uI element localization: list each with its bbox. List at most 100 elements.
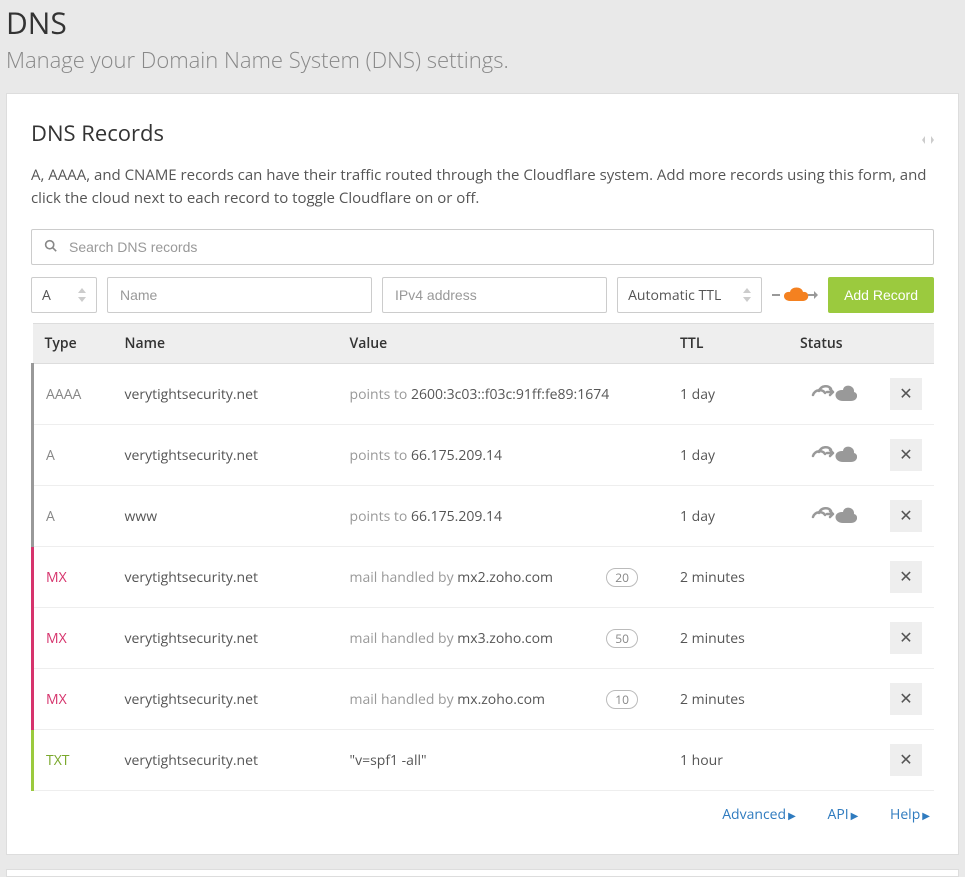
record-value-cell[interactable]: mail handled by mx2.zoho.com 20 <box>338 547 669 608</box>
record-type: A <box>46 507 55 526</box>
record-value-cell[interactable]: mail handled by mx.zoho.com10 <box>338 669 669 730</box>
record-name[interactable]: verytightsecurity.net <box>113 364 338 425</box>
table-row[interactable]: AAAAverytightsecurity.netpoints to 2600:… <box>33 364 935 425</box>
priority-badge: 50 <box>606 629 638 648</box>
record-type-value: A <box>42 286 51 305</box>
ttl-value: Automatic TTL <box>628 286 721 305</box>
record-value-input-wrapper[interactable] <box>382 277 607 313</box>
search-input[interactable] <box>67 238 921 256</box>
record-value-prefix: mail handled by <box>350 629 458 648</box>
dns-records-table: Type Name Value TTL Status AAAAverytight… <box>31 323 934 791</box>
table-row[interactable]: MXverytightsecurity.netmail handled by m… <box>33 608 935 669</box>
delete-record-button[interactable]: ✕ <box>890 378 922 410</box>
record-ttl[interactable]: 1 day <box>668 364 788 425</box>
table-row[interactable]: Averytightsecurity.netpoints to 66.175.2… <box>33 425 935 486</box>
record-ttl[interactable]: 1 day <box>668 486 788 547</box>
page-title: DNS <box>6 0 959 43</box>
chevron-sort-icon <box>743 288 751 302</box>
col-header-type: Type <box>33 324 113 364</box>
close-icon: ✕ <box>899 445 912 465</box>
next-panel-top <box>6 869 959 877</box>
record-ttl[interactable]: 2 minutes <box>668 608 788 669</box>
cloud-proxy-toggle[interactable] <box>772 283 818 307</box>
cloud-off-icon[interactable] <box>809 513 857 532</box>
record-status <box>788 730 878 791</box>
table-row[interactable]: Awwwpoints to 66.175.209.141 day✕ <box>33 486 935 547</box>
record-status[interactable] <box>788 425 878 486</box>
record-value-cell[interactable]: "v=spf1 -all" <box>338 730 669 791</box>
close-icon: ✕ <box>899 689 912 709</box>
record-name[interactable]: verytightsecurity.net <box>113 730 338 791</box>
close-icon: ✕ <box>899 567 912 587</box>
record-type: MX <box>46 690 67 709</box>
ttl-select[interactable]: Automatic TTL <box>617 277 762 313</box>
delete-record-button[interactable]: ✕ <box>890 561 922 593</box>
delete-record-button[interactable]: ✕ <box>890 439 922 471</box>
panel-footer-links: Advanced▶ API▶ Help▶ <box>31 791 934 830</box>
record-name[interactable]: verytightsecurity.net <box>113 669 338 730</box>
close-icon: ✕ <box>899 628 912 648</box>
record-type-select[interactable]: A <box>31 277 97 313</box>
record-name[interactable]: verytightsecurity.net <box>113 547 338 608</box>
record-value-cell[interactable]: points to 66.175.209.14 <box>338 486 669 547</box>
chevron-sort-icon <box>78 288 86 302</box>
close-icon: ✕ <box>899 384 912 404</box>
record-status <box>788 608 878 669</box>
record-status[interactable] <box>788 364 878 425</box>
dns-records-panel: DNS Records A, AAAA, and CNAME records c… <box>6 93 959 855</box>
record-status[interactable] <box>788 486 878 547</box>
record-value-prefix: mail handled by <box>350 568 458 587</box>
record-value-prefix: points to <box>350 507 411 526</box>
delete-record-button[interactable]: ✕ <box>890 683 922 715</box>
record-name[interactable]: www <box>113 486 338 547</box>
table-row[interactable]: MXverytightsecurity.netmail handled by m… <box>33 547 935 608</box>
table-row[interactable]: MXverytightsecurity.netmail handled by m… <box>33 669 935 730</box>
delete-record-button[interactable]: ✕ <box>890 500 922 532</box>
api-link[interactable]: API▶ <box>827 805 858 824</box>
delete-record-button[interactable]: ✕ <box>890 744 922 776</box>
record-ttl[interactable]: 2 minutes <box>668 547 788 608</box>
record-name[interactable]: verytightsecurity.net <box>113 608 338 669</box>
drag-handle-icon[interactable] <box>922 132 934 151</box>
record-value-cell[interactable]: points to 66.175.209.14 <box>338 425 669 486</box>
cloud-off-icon[interactable] <box>809 391 857 410</box>
record-value: 66.175.209.14 <box>411 507 502 526</box>
col-header-status: Status <box>788 324 878 364</box>
record-value: 2600:3c03::f03c:91ff:fe89:1674 <box>411 385 609 404</box>
priority-badge: 20 <box>606 568 638 587</box>
record-name-input[interactable] <box>118 286 361 304</box>
record-value: mx3.zoho.com <box>457 629 553 648</box>
table-row[interactable]: TXT verytightsecurity.net"v=spf1 -all"1 h… <box>33 730 935 791</box>
record-type: TXT <box>46 751 70 770</box>
panel-description: A, AAAA, and CNAME records can have thei… <box>31 164 934 209</box>
record-value-prefix: points to <box>350 446 411 465</box>
chevron-right-icon: ▶ <box>788 808 796 822</box>
record-value-prefix: points to <box>350 385 411 404</box>
record-value-cell[interactable]: points to 2600:3c03::f03c:91ff:fe89:1674 <box>338 364 669 425</box>
search-input-wrapper[interactable] <box>31 229 934 265</box>
record-value: 66.175.209.14 <box>411 446 502 465</box>
cloud-off-icon[interactable] <box>809 452 857 471</box>
close-icon: ✕ <box>899 750 912 770</box>
advanced-link[interactable]: Advanced▶ <box>722 805 796 824</box>
page-subtitle: Manage your Domain Name System (DNS) set… <box>6 45 959 75</box>
record-status <box>788 669 878 730</box>
record-value-input[interactable] <box>393 286 596 304</box>
record-type: A <box>46 446 55 465</box>
record-value: mx2.zoho.com <box>457 568 553 587</box>
help-link[interactable]: Help▶ <box>890 805 930 824</box>
close-icon: ✕ <box>899 506 912 526</box>
record-name[interactable]: verytightsecurity.net <box>113 425 338 486</box>
delete-record-button[interactable]: ✕ <box>890 622 922 654</box>
record-ttl[interactable]: 2 minutes <box>668 669 788 730</box>
record-value: mx.zoho.com <box>457 690 545 709</box>
record-type: MX <box>46 629 67 648</box>
record-name-input-wrapper[interactable] <box>107 277 372 313</box>
record-ttl[interactable]: 1 hour <box>668 730 788 791</box>
record-ttl[interactable]: 1 day <box>668 425 788 486</box>
add-record-button[interactable]: Add Record <box>828 277 934 313</box>
record-value-cell[interactable]: mail handled by mx3.zoho.com 50 <box>338 608 669 669</box>
col-header-value: Value <box>338 324 669 364</box>
record-type: AAAA <box>46 385 81 404</box>
priority-badge: 10 <box>606 690 638 709</box>
